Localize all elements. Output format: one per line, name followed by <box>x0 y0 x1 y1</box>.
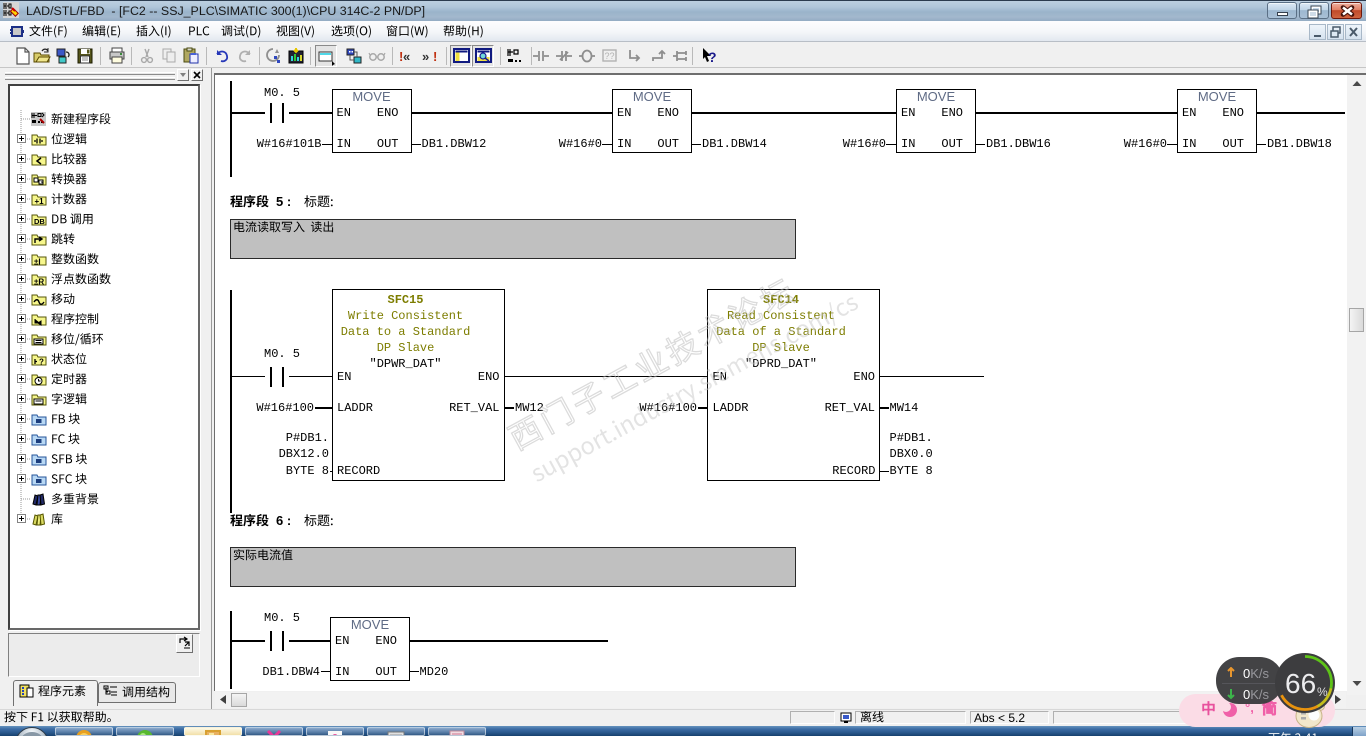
svg-text:+1: +1 <box>35 197 45 206</box>
svg-text:??: ?? <box>605 51 615 61</box>
svg-text:»: » <box>422 49 429 64</box>
svg-text:?: ? <box>39 358 44 367</box>
svg-text:?: ? <box>708 49 717 65</box>
svg-text:%: % <box>1317 685 1328 699</box>
svg-text:66: 66 <box>1285 668 1316 699</box>
svg-text:±I: ±I <box>34 258 41 267</box>
svg-text:±R: ±R <box>34 278 44 287</box>
svg-text:DB: DB <box>34 217 45 226</box>
svg-text:«: « <box>403 49 410 64</box>
svg-text:!: ! <box>433 49 437 64</box>
